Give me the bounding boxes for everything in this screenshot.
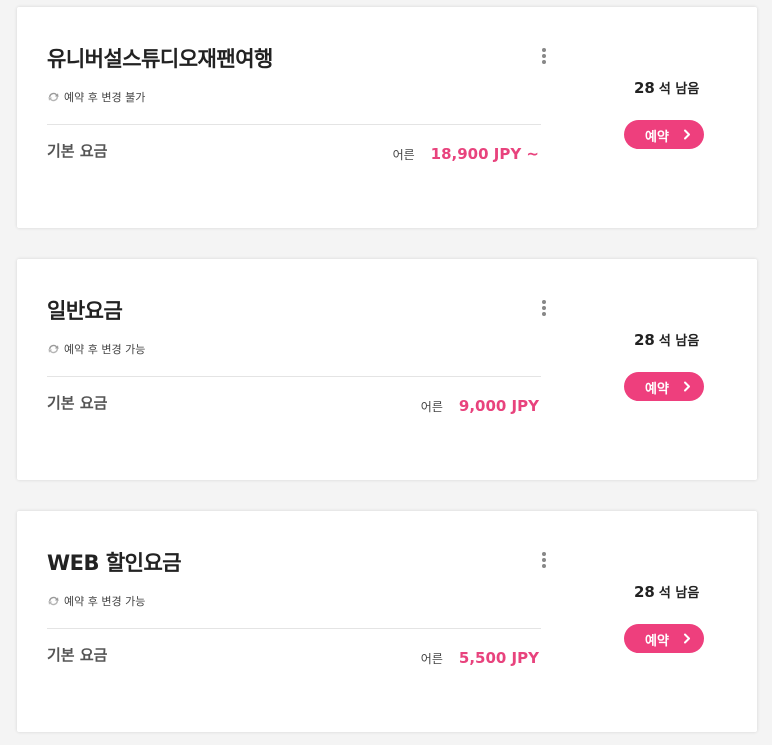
fare-card: WEB 할인요금 예약 후 변경 가능 기본 요금 어른 5,500 JPY 2… [17, 511, 757, 732]
seats-remaining: 28 석 남음 [634, 330, 699, 349]
change-policy: 예약 후 변경 불가 [47, 89, 145, 105]
fare-title: 유니버설스튜디오재팬여행 [47, 47, 273, 71]
book-button-label: 예약 [645, 634, 669, 649]
more-vertical-icon[interactable] [539, 299, 549, 317]
change-policy-text: 예약 후 변경 가능 [64, 595, 146, 608]
seats-remaining: 28 석 남음 [634, 78, 699, 97]
age-label: 어른 [420, 400, 443, 414]
seats-count: 28 [634, 583, 655, 601]
seats-count: 28 [634, 79, 655, 97]
more-vertical-icon[interactable] [539, 47, 549, 65]
change-policy-text: 예약 후 변경 가능 [64, 343, 146, 356]
chevron-right-icon [683, 381, 691, 392]
seats-unit: 석 남음 [658, 586, 700, 601]
book-button[interactable]: 예약 [624, 120, 704, 149]
fare-label: 기본 요금 [47, 142, 108, 160]
seats-unit: 석 남음 [658, 334, 700, 349]
price-row: 어른 5,500 JPY [421, 649, 539, 667]
fare-card: 유니버설스튜디오재팬여행 예약 후 변경 불가 기본 요금 어른 18,900 … [17, 7, 757, 228]
fare-title: WEB 할인요금 [47, 551, 182, 575]
change-icon [47, 91, 60, 103]
divider [47, 628, 541, 629]
book-button-label: 예약 [645, 382, 669, 397]
book-button[interactable]: 예약 [624, 372, 704, 401]
change-policy-text: 예약 후 변경 불가 [64, 91, 146, 104]
chevron-right-icon [683, 129, 691, 140]
age-label: 어른 [392, 148, 415, 162]
seats-count: 28 [634, 331, 655, 349]
price: 5,500 JPY [458, 649, 539, 667]
change-icon [47, 595, 60, 607]
change-policy: 예약 후 변경 가능 [47, 341, 145, 357]
seats-remaining: 28 석 남음 [634, 582, 699, 601]
change-policy: 예약 후 변경 가능 [47, 593, 145, 609]
price-row: 어른 9,000 JPY [421, 397, 539, 415]
divider [47, 124, 541, 125]
price: 9,000 JPY [458, 397, 539, 415]
book-button[interactable]: 예약 [624, 624, 704, 653]
seats-unit: 석 남음 [658, 82, 700, 97]
fare-card: 일반요금 예약 후 변경 가능 기본 요금 어른 9,000 JPY 28 석 남… [17, 259, 757, 480]
fare-label: 기본 요금 [47, 394, 108, 412]
price-row: 어른 18,900 JPY ~ [393, 145, 539, 163]
age-label: 어른 [420, 652, 443, 666]
fare-label: 기본 요금 [47, 646, 108, 664]
book-button-label: 예약 [645, 130, 669, 145]
change-icon [47, 343, 60, 355]
more-vertical-icon[interactable] [539, 551, 549, 569]
divider [47, 376, 541, 377]
fare-title: 일반요금 [47, 299, 123, 323]
chevron-right-icon [683, 633, 691, 644]
price: 18,900 JPY ~ [430, 145, 539, 163]
